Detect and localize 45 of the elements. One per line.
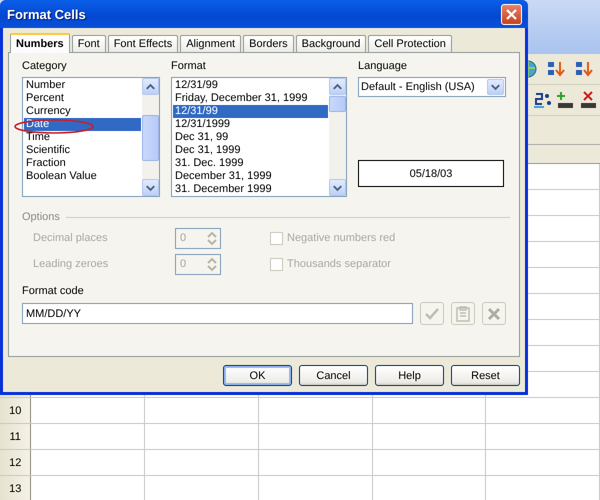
field-label: Format code	[22, 285, 85, 299]
field-label: Leading zeroes	[33, 258, 110, 270]
checkbox-label: Thousands separator	[287, 258, 391, 270]
list-item[interactable]: Dec 31, 1999	[173, 144, 328, 157]
list-item[interactable]: Scientific	[24, 144, 141, 157]
list-box[interactable]: 12/31/99 Friday, December 31, 1999 12/31/99 12/31/1999 Dec 31, 99 Dec 31, 1999 31. Dec. 1999 December 31, 1999 31. December 1999	[171, 77, 347, 197]
tab[interactable]: Background	[296, 35, 366, 52]
field-label: Language	[358, 60, 408, 74]
dialog-button[interactable]: Reset	[451, 365, 520, 386]
row-header[interactable]: 12	[0, 450, 32, 475]
tab[interactable]: Font	[72, 35, 106, 52]
list-item[interactable]: 12/31/99	[173, 79, 328, 92]
list-item[interactable]: 12/31/1999	[173, 118, 328, 131]
list-item[interactable]: Boolean Value	[24, 170, 141, 183]
list-item[interactable]: December 31, 1999	[173, 170, 328, 183]
list-item[interactable]: Number	[24, 79, 141, 92]
tab[interactable]: Font Effects	[108, 35, 178, 52]
tab[interactable]: Borders	[243, 35, 294, 52]
list-item[interactable]: 12/31/99	[173, 105, 328, 118]
window-title: Format Cells	[7, 6, 86, 22]
field-label: Decimal places	[33, 232, 109, 244]
row-header[interactable]: 10	[0, 398, 32, 423]
language-dropdown[interactable]: Default - English (USA)	[358, 77, 506, 97]
list-item[interactable]: Time	[24, 131, 141, 144]
dialog-button[interactable]: Help	[375, 365, 444, 386]
section-title: Options	[22, 211, 60, 223]
list-item[interactable]: Friday, December 31, 1999	[173, 92, 328, 105]
list-item[interactable]: 31. December 1999	[173, 183, 328, 196]
list-item[interactable]: Dec 31, 99	[173, 131, 328, 144]
dialog-button[interactable]: OK	[223, 365, 292, 386]
format-code-field[interactable]: MM/DD/YY	[22, 303, 413, 324]
tab[interactable]: Alignment	[180, 35, 242, 52]
list-label: Format	[171, 60, 207, 74]
preview-box: 05/18/03	[358, 160, 504, 187]
checkbox-label: Negative numbers red	[287, 232, 396, 244]
list-label: Category	[22, 60, 68, 74]
list-item[interactable]: Fraction	[24, 157, 141, 170]
row-header[interactable]: 13	[0, 476, 32, 500]
list-item[interactable]: Percent	[24, 92, 141, 105]
row-header[interactable]: 11	[0, 424, 32, 449]
dialog-button[interactable]: Cancel	[299, 365, 368, 386]
tab[interactable]: Cell Protection	[368, 35, 452, 52]
tab[interactable]: Numbers	[10, 33, 70, 53]
list-item[interactable]: 31. Dec. 1999	[173, 157, 328, 170]
list-item[interactable]: Currency	[24, 105, 141, 118]
